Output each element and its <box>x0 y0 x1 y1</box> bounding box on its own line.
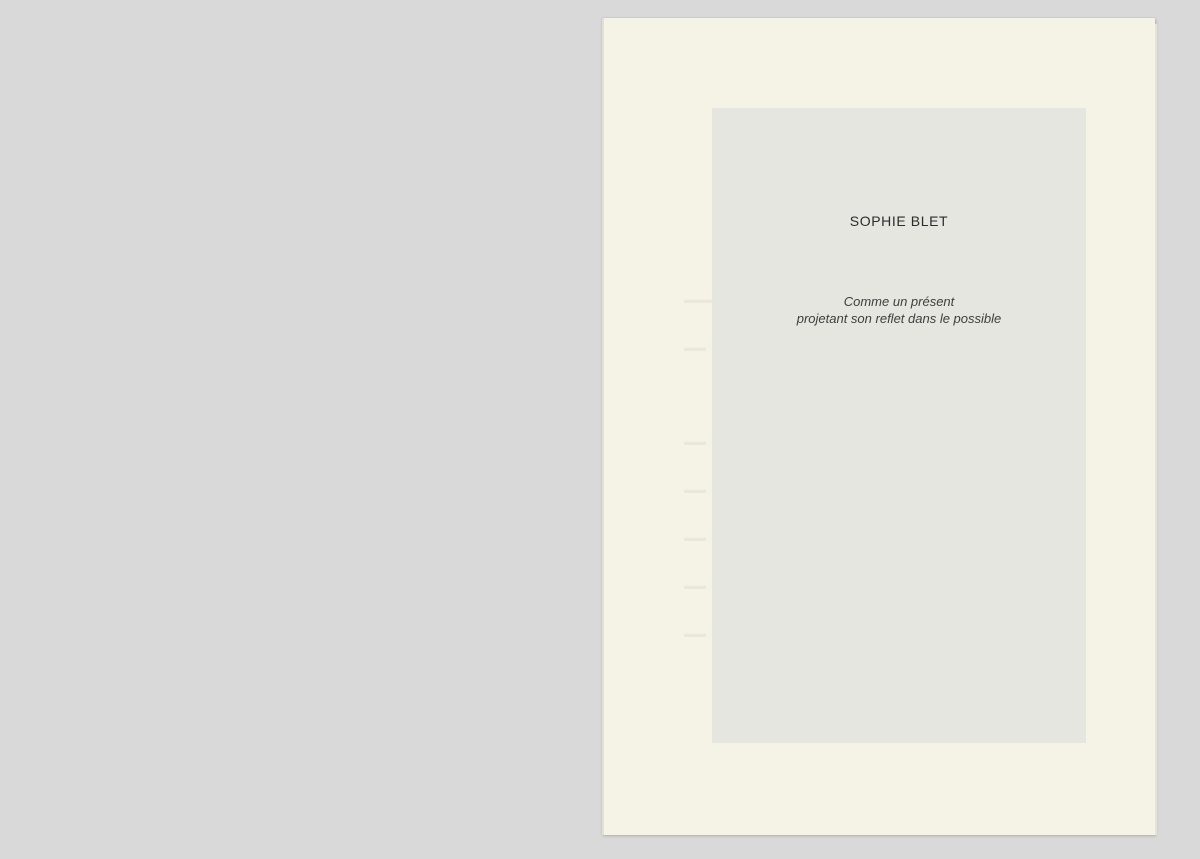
subtitle-line-2: projetant son reflet dans le possible <box>796 311 1002 326</box>
subtitle-line-1: Comme un présent <box>843 294 955 309</box>
cover-panel: SOPHIE BLET Comme un présent projetant s… <box>712 108 1086 743</box>
cover-subtitle: Comme un présent projetant son reflet da… <box>712 293 1086 327</box>
author-name: SOPHIE BLET <box>849 213 949 229</box>
booklet-cover: ▬▬▬ ▬▬ ▬▬ ▬▬ ▬▬ ▬▬ ▬▬ SOPHIE BLET Comme … <box>602 18 1157 835</box>
